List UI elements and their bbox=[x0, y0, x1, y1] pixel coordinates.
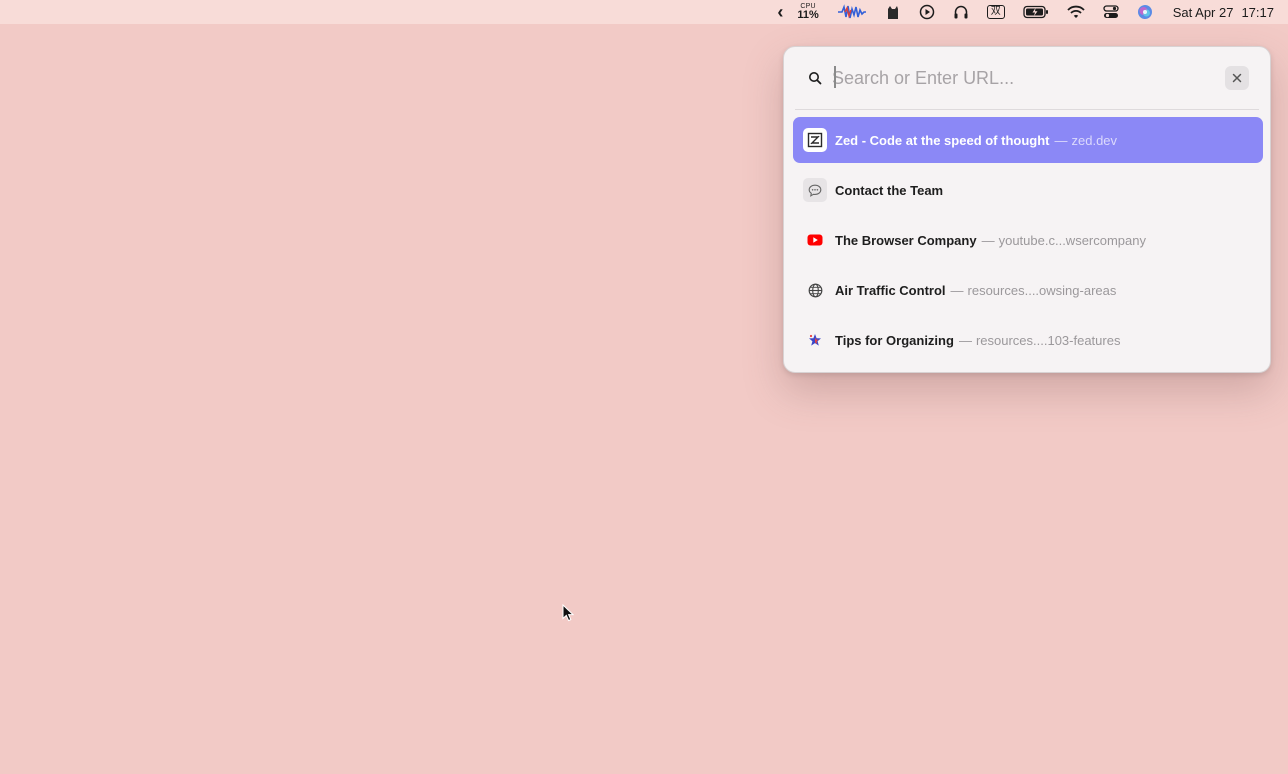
result-item-air-traffic[interactable]: Air Traffic Control — resources....owsin… bbox=[793, 267, 1263, 313]
headphones-icon[interactable] bbox=[953, 0, 969, 24]
menubar-date: Sat Apr 27 bbox=[1172, 4, 1234, 20]
result-item-tips[interactable]: Tips for Organizing — resources....103-f… bbox=[793, 317, 1263, 363]
text-caret bbox=[834, 66, 836, 88]
result-item-zed[interactable]: Zed - Code at the speed of thought — zed… bbox=[793, 117, 1263, 163]
star-sparkle-icon bbox=[803, 328, 827, 352]
audio-waveform-icon[interactable] bbox=[837, 0, 867, 24]
results-list: Zed - Code at the speed of thought — zed… bbox=[793, 117, 1263, 367]
result-title: Tips for Organizing bbox=[835, 332, 954, 348]
zed-logo-icon bbox=[803, 128, 827, 152]
result-title: Air Traffic Control bbox=[835, 282, 946, 298]
input-method-label: 双 bbox=[986, 5, 1005, 19]
search-divider bbox=[795, 109, 1259, 110]
result-title: The Browser Company bbox=[835, 232, 977, 248]
result-item-contact[interactable]: Contact the Team bbox=[793, 167, 1263, 213]
chat-bubble-icon bbox=[803, 178, 827, 202]
menubar: ‹ CPU 11% 双 Sat Apr 27 17:17 bbox=[0, 0, 1288, 24]
cpu-monitor[interactable]: CPU 11% bbox=[797, 0, 818, 24]
result-separator: — bbox=[1054, 132, 1068, 148]
globe-icon bbox=[803, 278, 827, 302]
control-center-icon[interactable] bbox=[1103, 0, 1119, 24]
wifi-icon[interactable] bbox=[1067, 0, 1085, 24]
close-button[interactable] bbox=[1225, 66, 1249, 90]
menubar-time: 17:17 bbox=[1241, 4, 1274, 20]
result-title: Zed - Code at the speed of thought bbox=[835, 132, 1050, 148]
result-url: youtube.c...wsercompany bbox=[998, 232, 1146, 248]
result-title: Contact the Team bbox=[835, 182, 944, 198]
menubar-clock[interactable]: Sat Apr 27 17:17 bbox=[1173, 0, 1274, 24]
youtube-icon bbox=[803, 228, 827, 252]
siri-icon[interactable] bbox=[1137, 0, 1153, 24]
result-url: zed.dev bbox=[1071, 132, 1118, 148]
result-separator: — bbox=[958, 332, 972, 348]
result-url: resources....103-features bbox=[975, 332, 1121, 348]
search-row bbox=[784, 47, 1270, 109]
result-separator: — bbox=[981, 232, 995, 248]
search-icon bbox=[808, 71, 822, 85]
cpu-value: 11% bbox=[797, 9, 819, 21]
play-circle-icon[interactable] bbox=[919, 0, 935, 24]
result-item-youtube[interactable]: The Browser Company — youtube.c...wserco… bbox=[793, 217, 1263, 263]
close-icon bbox=[1232, 73, 1242, 83]
input-method-icon[interactable]: 双 bbox=[986, 0, 1005, 24]
search-input[interactable] bbox=[832, 64, 1212, 92]
battery-icon[interactable] bbox=[1023, 0, 1049, 24]
chevron-left-icon[interactable]: ‹ bbox=[777, 0, 783, 24]
mouse-pointer-icon bbox=[562, 603, 575, 627]
command-bar-panel: Zed - Code at the speed of thought — zed… bbox=[783, 46, 1271, 373]
result-separator: — bbox=[950, 282, 964, 298]
menubar-back-chevron: ‹ bbox=[777, 2, 784, 22]
result-url: resources....owsing-areas bbox=[967, 282, 1117, 298]
cat-icon[interactable] bbox=[885, 0, 901, 24]
